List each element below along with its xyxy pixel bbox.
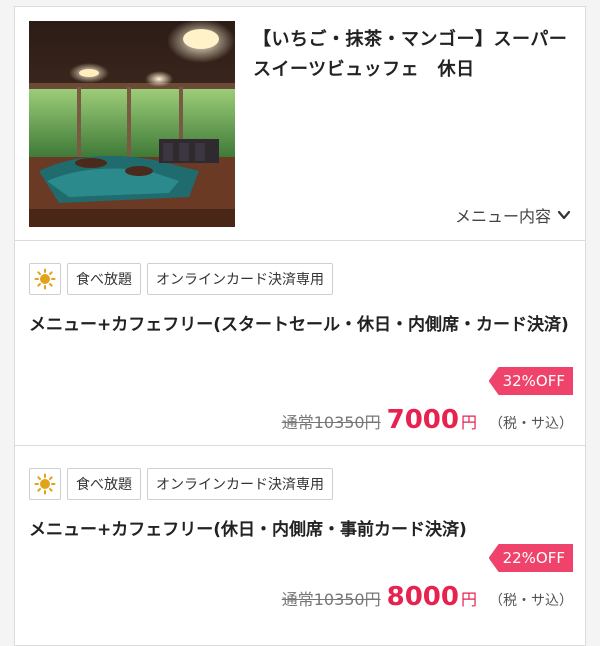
sale-price: 8000	[386, 582, 459, 612]
regular-price: 通常10350円	[281, 590, 381, 609]
plan-tags: 食べ放題 オンラインカード決済専用	[29, 468, 333, 500]
chevron-down-icon	[557, 210, 571, 220]
plan-tags: 食べ放題 オンラインカード決済専用	[29, 263, 333, 295]
menu-details-label: メニュー内容	[454, 207, 551, 226]
daytime-tag	[29, 263, 61, 295]
all-you-can-eat-tag: 食べ放題	[67, 468, 141, 500]
all-you-can-eat-tag: 食べ放題	[67, 263, 141, 295]
restaurant-header-card: 【いちご・抹茶・マンゴー】スーパースイーツビュッフェ 休日 メニュー内容	[14, 6, 586, 240]
sale-price: 7000	[386, 405, 459, 435]
price-currency: 円	[460, 413, 477, 432]
plan-card[interactable]: 食べ放題 オンラインカード決済専用 メニュー+カフェフリー(スタートセール・休日…	[14, 240, 586, 446]
tax-note: （税・サ込）	[489, 593, 573, 609]
online-card-payment-tag: オンラインカード決済専用	[147, 468, 333, 500]
price-currency: 円	[460, 590, 477, 609]
daytime-tag	[29, 468, 61, 500]
plan-title[interactable]: メニュー+カフェフリー(スタートセール・休日・内側席・カード決済)	[29, 311, 569, 339]
online-card-payment-tag: オンラインカード決済専用	[147, 263, 333, 295]
discount-badge: 22%OFF	[488, 544, 573, 572]
discount-badge: 32%OFF	[488, 367, 573, 395]
plan-title[interactable]: メニュー+カフェフリー(休日・内側席・事前カード決済)	[29, 516, 569, 544]
price-row: 通常10350円 8000 円 （税・サ込）	[282, 582, 573, 612]
regular-price: 通常10350円	[281, 413, 381, 432]
plan-course-title: 【いちご・抹茶・マンゴー】スーパースイーツビュッフェ 休日	[253, 29, 568, 80]
sun-icon	[34, 268, 56, 290]
restaurant-photo[interactable]	[29, 21, 235, 227]
sun-icon	[34, 473, 56, 495]
price-row: 通常10350円 7000 円 （税・サ込）	[282, 405, 573, 435]
plan-card[interactable]: 食べ放題 オンラインカード決済専用 メニュー+カフェフリー(休日・内側席・事前カ…	[14, 446, 586, 646]
tax-note: （税・サ込）	[489, 416, 573, 432]
menu-details-toggle[interactable]: メニュー内容	[455, 203, 571, 227]
